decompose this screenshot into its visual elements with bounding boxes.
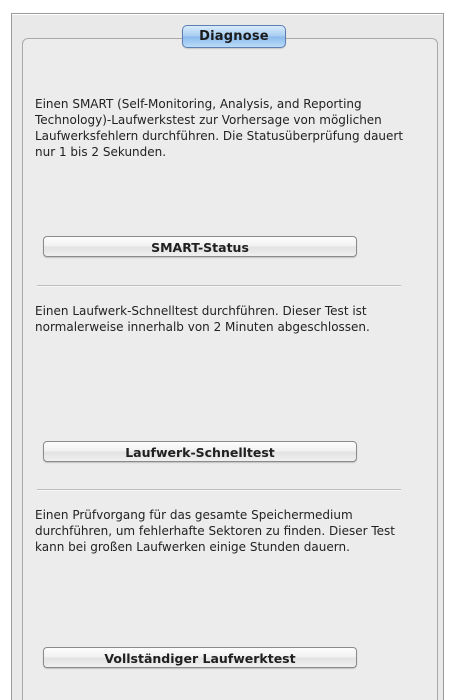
smart-description: Einen SMART (Self-Monitoring, Analysis, … (35, 97, 404, 159)
section-divider (37, 489, 401, 491)
quick-test-description: Einen Laufwerk-Schnelltest durchführen. … (35, 304, 370, 334)
full-test-button[interactable]: Vollständiger Laufwerktest (43, 647, 357, 668)
smart-status-button[interactable]: SMART-Status (43, 236, 357, 257)
tab-diagnose[interactable]: Diagnose (182, 25, 286, 48)
quick-test-button[interactable]: Laufwerk-Schnelltest (43, 441, 357, 462)
section-divider (37, 285, 401, 287)
full-test-description: Einen Prüfvorgang für das gesamte Speich… (35, 508, 396, 554)
